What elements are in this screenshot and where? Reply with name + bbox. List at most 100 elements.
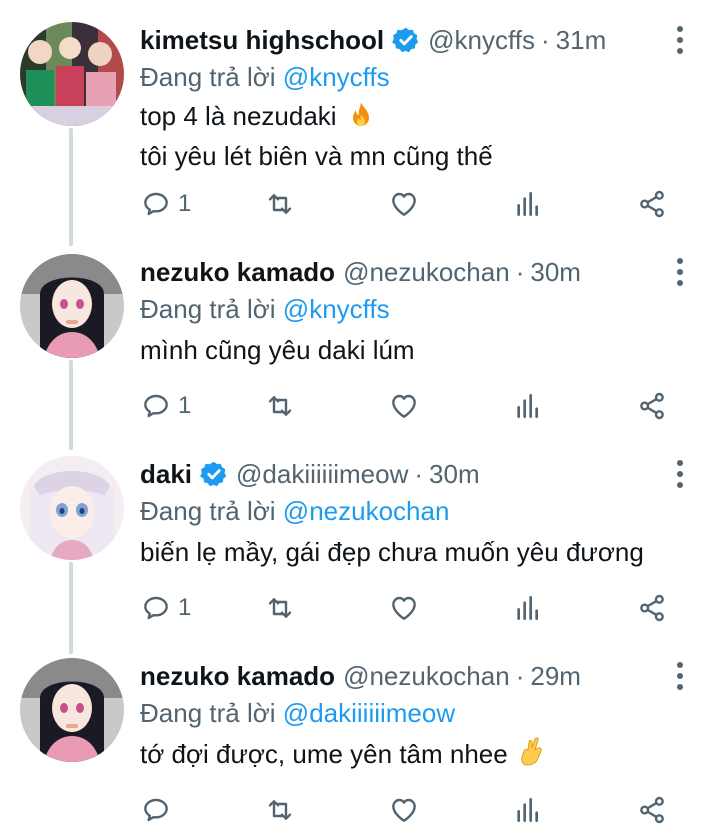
heart-icon bbox=[392, 192, 416, 216]
tweet-header: nezuko kamado @nezukochan · 29m bbox=[140, 658, 680, 694]
retweet-button[interactable] bbox=[264, 184, 296, 224]
replying-to-label: Đang trả lời bbox=[140, 294, 276, 324]
retweet-icon bbox=[268, 800, 292, 820]
mention-link[interactable]: @nezukochan bbox=[283, 496, 450, 526]
mention-link[interactable]: @knycffs bbox=[283, 294, 390, 324]
share-icon bbox=[640, 190, 664, 218]
avatar[interactable] bbox=[20, 456, 124, 560]
separator-dot: · bbox=[515, 660, 525, 691]
tweet[interactable]: kimetsu highschool @knycffs · 31m Đang t… bbox=[0, 22, 720, 232]
reply-button[interactable]: 1 bbox=[140, 386, 191, 426]
tweet-text-line: biến lẹ mầy, gái đẹp chưa muốn yêu đương bbox=[140, 537, 644, 567]
analytics-button[interactable] bbox=[512, 184, 544, 224]
action-bar bbox=[140, 790, 680, 830]
display-name[interactable]: nezuko kamado bbox=[140, 661, 335, 692]
replying-to: Đang trả lời @knycffs bbox=[140, 62, 390, 93]
analytics-icon bbox=[517, 596, 538, 620]
analytics-button[interactable] bbox=[512, 790, 544, 830]
display-name[interactable]: daki bbox=[140, 459, 192, 490]
verified-badge-icon bbox=[392, 26, 420, 54]
avatar[interactable] bbox=[20, 22, 124, 126]
analytics-icon bbox=[517, 394, 538, 418]
tweet-header: kimetsu highschool @knycffs · 31m bbox=[140, 22, 680, 58]
avatar[interactable] bbox=[20, 254, 124, 358]
mention-link[interactable]: @knycffs bbox=[283, 62, 390, 92]
like-button[interactable] bbox=[388, 790, 420, 830]
nezuko-avatar-icon bbox=[20, 658, 124, 762]
action-bar: 1 bbox=[140, 386, 680, 426]
more-options-icon[interactable] bbox=[670, 660, 690, 692]
nezuko-avatar-icon bbox=[20, 254, 124, 358]
tweet[interactable]: nezuko kamado @nezukochan · 30m Đang trả… bbox=[0, 254, 720, 454]
share-icon bbox=[640, 392, 664, 420]
reply-icon bbox=[144, 798, 168, 822]
analytics-button[interactable] bbox=[512, 588, 544, 628]
retweet-icon bbox=[268, 598, 292, 618]
retweet-button[interactable] bbox=[264, 386, 296, 426]
timestamp[interactable]: 31m bbox=[556, 25, 607, 56]
separator-dot: · bbox=[515, 256, 525, 287]
like-button[interactable] bbox=[388, 386, 420, 426]
user-handle[interactable]: @knycffs bbox=[428, 25, 535, 56]
tweet-text: tớ đợi được, ume yên tâm nhee bbox=[140, 736, 547, 776]
like-button[interactable] bbox=[388, 588, 420, 628]
replying-to: Đang trả lời @dakiiiiiimeow bbox=[140, 698, 455, 729]
display-name[interactable]: nezuko kamado bbox=[140, 257, 335, 288]
reply-icon bbox=[144, 394, 168, 418]
tweet-header: daki @dakiiiiiimeow · 30m bbox=[140, 456, 680, 492]
reply-icon bbox=[144, 192, 168, 216]
collage-avatar-icon bbox=[20, 22, 124, 126]
replying-to-label: Đang trả lời bbox=[140, 698, 276, 728]
user-handle[interactable]: @nezukochan bbox=[343, 257, 510, 288]
share-button[interactable] bbox=[636, 386, 668, 426]
reply-icon bbox=[144, 596, 168, 620]
avatar[interactable] bbox=[20, 658, 124, 762]
reply-button[interactable]: 1 bbox=[140, 588, 191, 628]
fire-emoji-icon bbox=[348, 101, 374, 138]
mention-link[interactable]: @dakiiiiiimeow bbox=[283, 698, 455, 728]
tweet[interactable]: daki @dakiiiiiimeow · 30m Đang trả lời @… bbox=[0, 456, 720, 656]
crossed-fingers-emoji-icon bbox=[519, 737, 547, 776]
user-handle[interactable]: @dakiiiiiimeow bbox=[236, 459, 408, 490]
more-options-icon[interactable] bbox=[670, 458, 690, 490]
retweet-button[interactable] bbox=[264, 790, 296, 830]
heart-icon bbox=[392, 596, 416, 620]
like-button[interactable] bbox=[388, 184, 420, 224]
heart-icon bbox=[392, 394, 416, 418]
timestamp[interactable]: 29m bbox=[530, 661, 581, 692]
retweet-button[interactable] bbox=[264, 588, 296, 628]
tweet-header: nezuko kamado @nezukochan · 30m bbox=[140, 254, 680, 290]
daki-avatar-icon bbox=[20, 456, 124, 560]
verified-badge-icon bbox=[200, 460, 228, 488]
tweet-text-line: mình cũng yêu daki lúm bbox=[140, 335, 415, 365]
tweet-text: top 4 là nezudaki tôi yêu lét biên và mn… bbox=[140, 98, 493, 174]
more-options-icon[interactable] bbox=[670, 24, 690, 56]
share-icon bbox=[640, 796, 664, 824]
analytics-icon bbox=[517, 798, 538, 822]
share-button[interactable] bbox=[636, 588, 668, 628]
tweet-text: mình cũng yêu daki lúm bbox=[140, 332, 415, 368]
reply-button[interactable] bbox=[140, 790, 178, 830]
retweet-icon bbox=[268, 396, 292, 416]
reply-count: 1 bbox=[178, 190, 192, 217]
display-name[interactable]: kimetsu highschool bbox=[140, 25, 384, 56]
share-button[interactable] bbox=[636, 184, 668, 224]
retweet-icon bbox=[268, 194, 292, 214]
more-options-icon[interactable] bbox=[670, 256, 690, 288]
analytics-icon bbox=[517, 192, 538, 216]
separator-dot: · bbox=[414, 458, 424, 489]
replying-to-label: Đang trả lời bbox=[140, 62, 276, 92]
user-handle[interactable]: @nezukochan bbox=[343, 661, 510, 692]
timestamp[interactable]: 30m bbox=[530, 257, 581, 288]
replying-to: Đang trả lời @nezukochan bbox=[140, 496, 449, 527]
tweet[interactable]: nezuko kamado @nezukochan · 29m Đang trả… bbox=[0, 658, 720, 840]
replying-to-label: Đang trả lời bbox=[140, 496, 276, 526]
share-button[interactable] bbox=[636, 790, 668, 830]
analytics-button[interactable] bbox=[512, 386, 544, 426]
tweet-text-line: tôi yêu lét biên và mn cũng thế bbox=[140, 141, 493, 171]
tweet-text-line: top 4 là nezudaki bbox=[140, 101, 337, 131]
tweet-text-line: tớ đợi được, ume yên tâm nhee bbox=[140, 739, 508, 769]
timestamp[interactable]: 30m bbox=[429, 459, 480, 490]
replying-to: Đang trả lời @knycffs bbox=[140, 294, 390, 325]
reply-button[interactable]: 1 bbox=[140, 184, 191, 224]
